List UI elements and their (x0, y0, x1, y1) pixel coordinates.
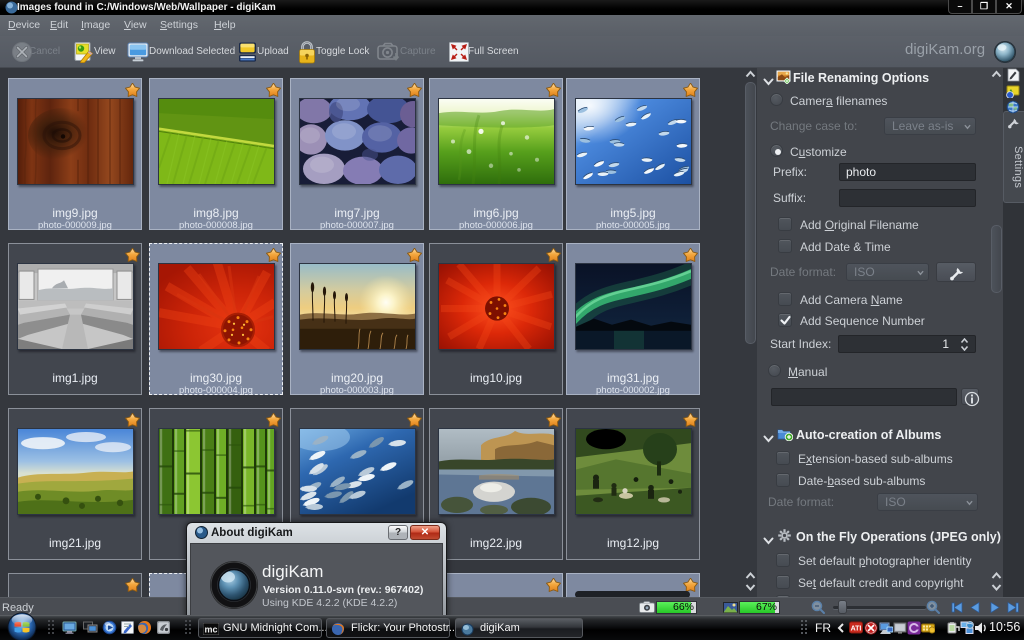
svg-text:ATI: ATI (851, 626, 862, 633)
svg-text:mc: mc (204, 625, 217, 635)
